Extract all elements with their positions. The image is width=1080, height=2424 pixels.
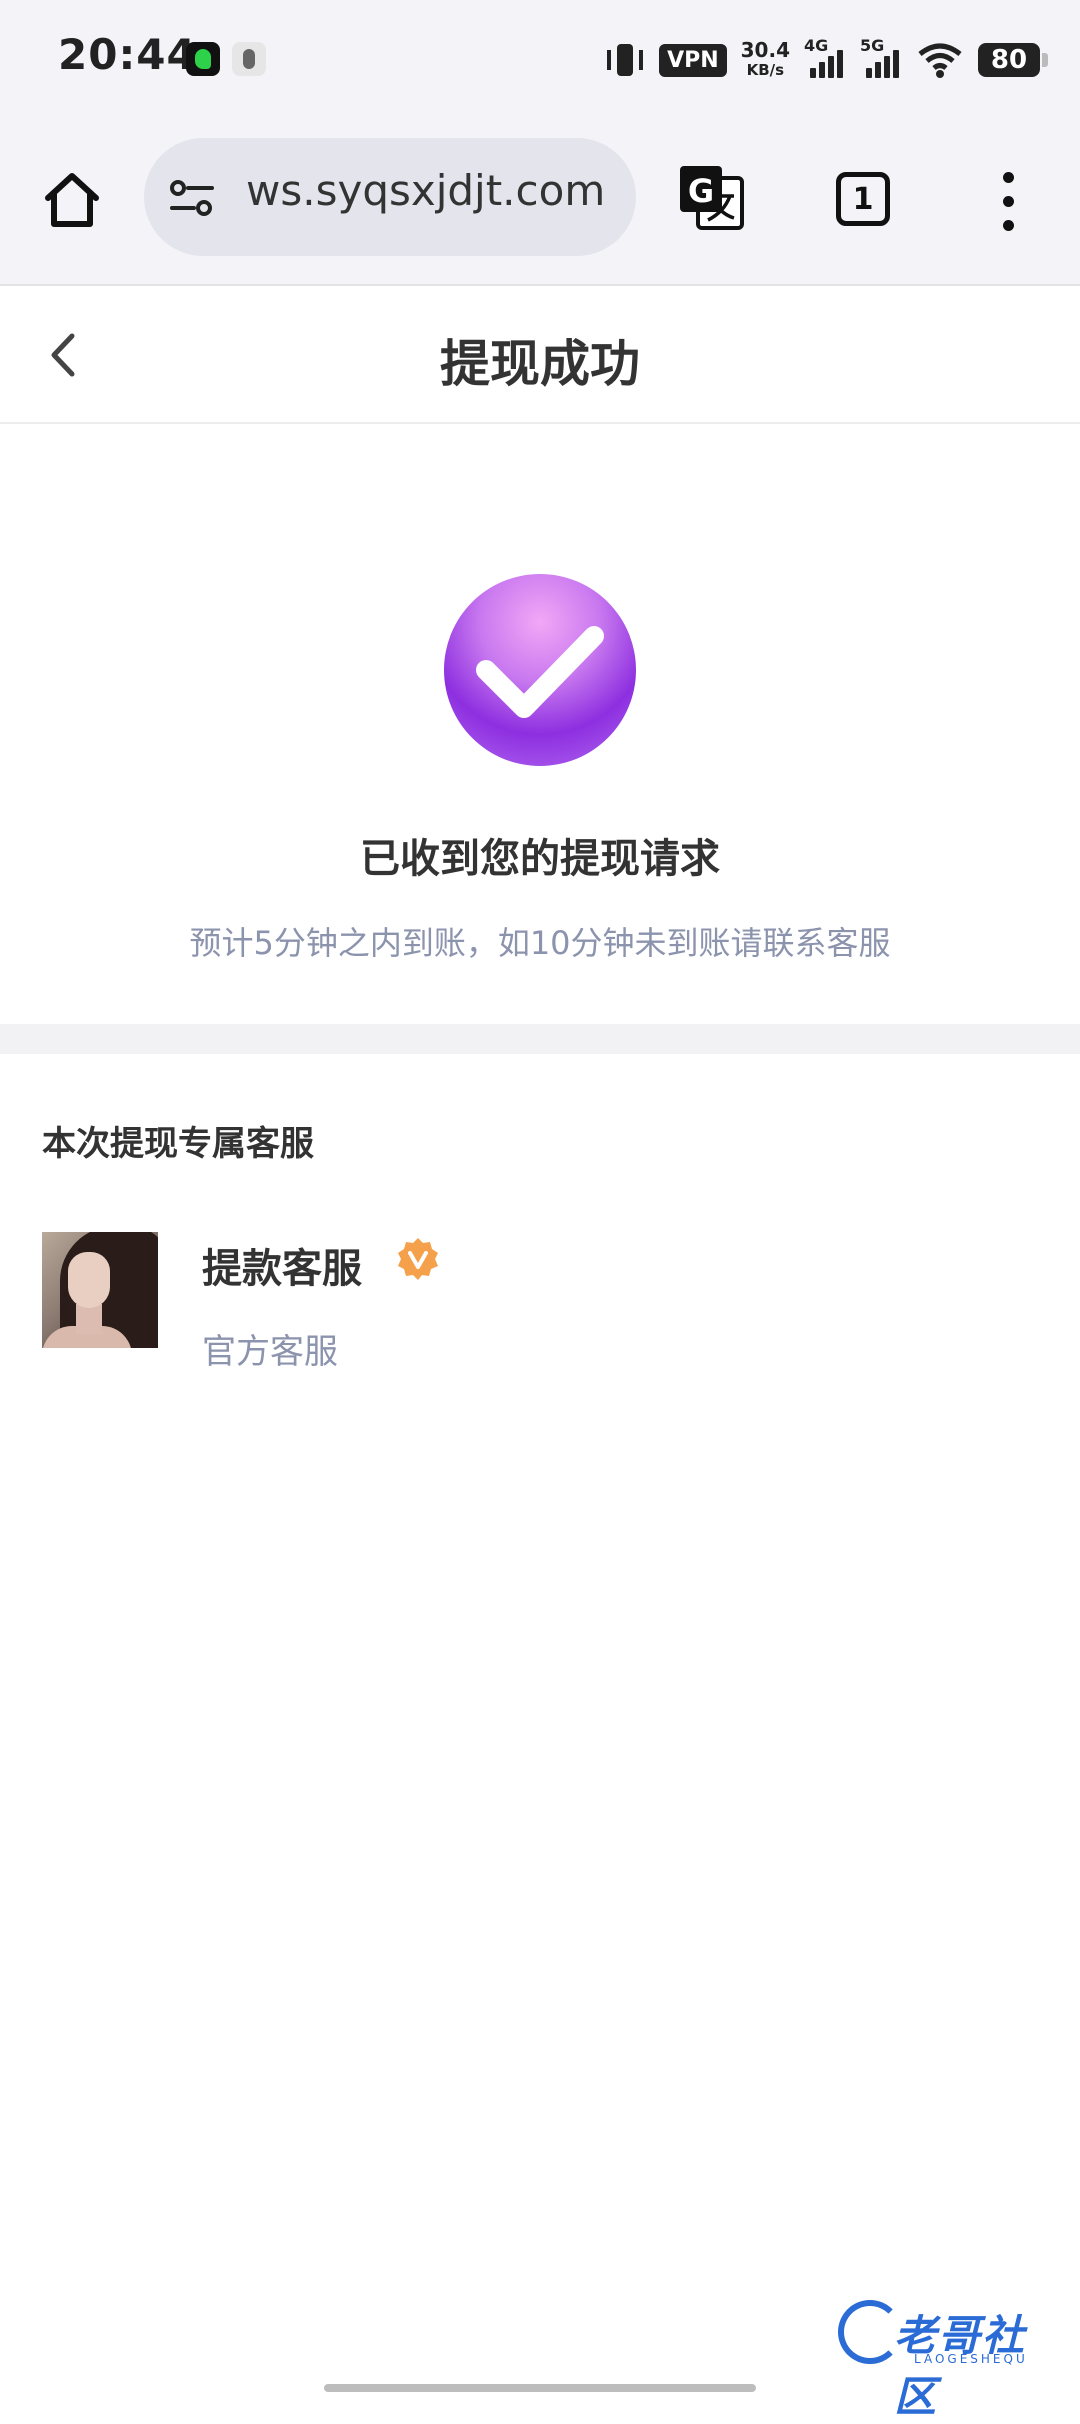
status-bar: 20:44 VPN 30.4 KB/s 4G 5G 80 bbox=[0, 0, 1080, 120]
gesture-navigation-bar[interactable] bbox=[324, 2384, 756, 2392]
home-icon bbox=[45, 173, 99, 227]
home-button[interactable] bbox=[40, 168, 104, 232]
success-title: 已收到您的提现请求 bbox=[360, 836, 720, 882]
app-notification-icon bbox=[232, 42, 266, 76]
battery-icon: 80 bbox=[978, 43, 1048, 77]
watermark-subtext: LAOGESHEQU bbox=[914, 2352, 1028, 2366]
browser-toolbar: ws.syqsxjdjt.com G 1 bbox=[0, 120, 1080, 286]
tab-switcher-button[interactable]: 1 bbox=[836, 172, 890, 226]
wifi-icon bbox=[916, 40, 964, 80]
address-bar[interactable]: ws.syqsxjdjt.com bbox=[144, 138, 636, 256]
site-settings-icon[interactable] bbox=[168, 178, 216, 218]
music-app-notification-icon bbox=[186, 42, 220, 76]
signal-4g-label: 4G bbox=[804, 36, 829, 55]
signal-5g-label: 5G bbox=[860, 36, 885, 55]
status-indicators: VPN 30.4 KB/s 4G 5G 80 bbox=[605, 32, 1048, 88]
verified-badge-icon bbox=[396, 1236, 440, 1280]
vibrate-icon bbox=[605, 42, 645, 78]
success-check-icon bbox=[444, 574, 636, 766]
signal-5g-icon: 5G bbox=[860, 36, 902, 80]
dragon-icon bbox=[838, 2300, 902, 2364]
watermark-logo: 老哥社区 LAOGESHEQU bbox=[838, 2300, 1068, 2421]
svg-text:G: G bbox=[688, 172, 714, 210]
service-name[interactable]: 提款客服 bbox=[202, 1236, 362, 1294]
url-text[interactable]: ws.syqsxjdjt.com bbox=[246, 166, 626, 215]
network-speed-value: 30.4 bbox=[740, 38, 790, 62]
page-header: 提现成功 bbox=[0, 286, 1080, 424]
translate-icon: G bbox=[680, 166, 744, 230]
service-avatar[interactable] bbox=[42, 1232, 158, 1348]
vpn-badge: VPN bbox=[659, 43, 727, 77]
translate-button[interactable]: G bbox=[676, 162, 748, 234]
section-divider bbox=[0, 1024, 1080, 1054]
battery-level: 80 bbox=[990, 45, 1028, 75]
service-role: 官方客服 bbox=[202, 1332, 338, 1372]
network-speed-unit: KB/s bbox=[746, 61, 785, 79]
more-menu-button[interactable] bbox=[998, 170, 1018, 234]
success-subtitle: 预计5分钟之内到账，如10分钟未到账请联系客服 bbox=[189, 924, 891, 962]
status-time: 20:44 bbox=[58, 30, 197, 79]
network-speed: 30.4 KB/s bbox=[741, 40, 790, 80]
page-title: 提现成功 bbox=[440, 335, 640, 393]
service-section-heading: 本次提现专属客服 bbox=[42, 1124, 314, 1164]
signal-4g-icon: 4G bbox=[804, 36, 846, 80]
